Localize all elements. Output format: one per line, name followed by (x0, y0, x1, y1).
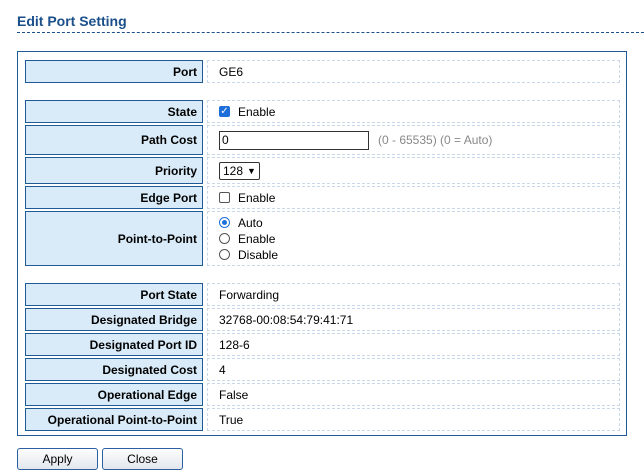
p2p-disable-text: Disable (238, 247, 279, 262)
row-port-state: Port State Forwarding (25, 283, 620, 306)
designated-bridge-value: 32768-00:08:54:79:41:71 (207, 308, 620, 331)
close-button[interactable]: Close (102, 448, 183, 470)
designated-cost-label: Designated Cost (25, 358, 203, 381)
row-designated-cost: Designated Cost 4 (25, 358, 620, 381)
row-edge-port: Edge Port Enable (25, 186, 620, 209)
p2p-enable-radio[interactable] (219, 233, 230, 244)
port-state-label: Port State (25, 283, 203, 306)
operational-p2p-value: True (207, 408, 620, 431)
priority-selected: 128 (223, 163, 244, 178)
row-priority: Priority 128 ▼ (25, 157, 620, 184)
path-cost-value: 0 (0 - 65535) (0 = Auto) (207, 125, 620, 155)
p2p-auto-radio[interactable] (219, 217, 230, 228)
state-label: State (25, 100, 203, 123)
path-cost-label: Path Cost (25, 125, 203, 155)
page-title: Edit Port Setting (17, 13, 127, 29)
edge-port-enable-checkbox[interactable] (219, 192, 230, 203)
row-path-cost: Path Cost 0 (0 - 65535) (0 = Auto) (25, 125, 620, 155)
edge-port-enable-text: Enable (238, 190, 276, 205)
p2p-disable-radio[interactable] (219, 249, 230, 260)
operational-p2p-label: Operational Point-to-Point (25, 408, 203, 431)
title-divider (17, 32, 644, 33)
port-label: Port (25, 60, 203, 83)
path-cost-hint: (0 - 65535) (0 = Auto) (378, 133, 493, 147)
point-to-point-label: Point-to-Point (25, 211, 203, 266)
designated-port-id-label: Designated Port ID (25, 333, 203, 356)
priority-label: Priority (25, 157, 203, 184)
row-point-to-point: Point-to-Point Auto Enable Disable (25, 211, 620, 266)
designated-bridge-label: Designated Bridge (25, 308, 203, 331)
edge-port-label: Edge Port (25, 186, 203, 209)
p2p-auto-text: Auto (238, 215, 263, 230)
row-designated-port-id: Designated Port ID 128-6 (25, 333, 620, 356)
state-enable-checkbox[interactable]: ✓ (219, 106, 230, 117)
row-port: Port GE6 (25, 60, 620, 83)
port-settings-panel: Port GE6 State ✓ Enable Path Cost 0 (0 -… (17, 51, 627, 436)
chevron-down-icon: ▼ (247, 165, 256, 176)
state-enable-text: Enable (238, 104, 276, 119)
p2p-option-enable[interactable]: Enable (219, 231, 275, 247)
designated-port-id-value: 128-6 (207, 333, 620, 356)
port-value: GE6 (207, 60, 620, 83)
p2p-option-disable[interactable]: Disable (219, 247, 278, 263)
priority-value: 128 ▼ (207, 157, 620, 184)
state-value: ✓ Enable (207, 100, 620, 123)
operational-edge-value: False (207, 383, 620, 406)
point-to-point-value: Auto Enable Disable (207, 211, 620, 266)
path-cost-input[interactable]: 0 (219, 130, 369, 150)
p2p-enable-text: Enable (238, 231, 276, 246)
row-operational-edge: Operational Edge False (25, 383, 620, 406)
row-operational-p2p: Operational Point-to-Point True (25, 408, 620, 431)
priority-select[interactable]: 128 ▼ (219, 161, 260, 180)
operational-edge-label: Operational Edge (25, 383, 203, 406)
p2p-option-auto[interactable]: Auto (219, 215, 263, 231)
port-state-value: Forwarding (207, 283, 620, 306)
row-designated-bridge: Designated Bridge 32768-00:08:54:79:41:7… (25, 308, 620, 331)
apply-button[interactable]: Apply (17, 448, 98, 470)
row-state: State ✓ Enable (25, 100, 620, 123)
edge-port-value: Enable (207, 186, 620, 209)
designated-cost-value: 4 (207, 358, 620, 381)
